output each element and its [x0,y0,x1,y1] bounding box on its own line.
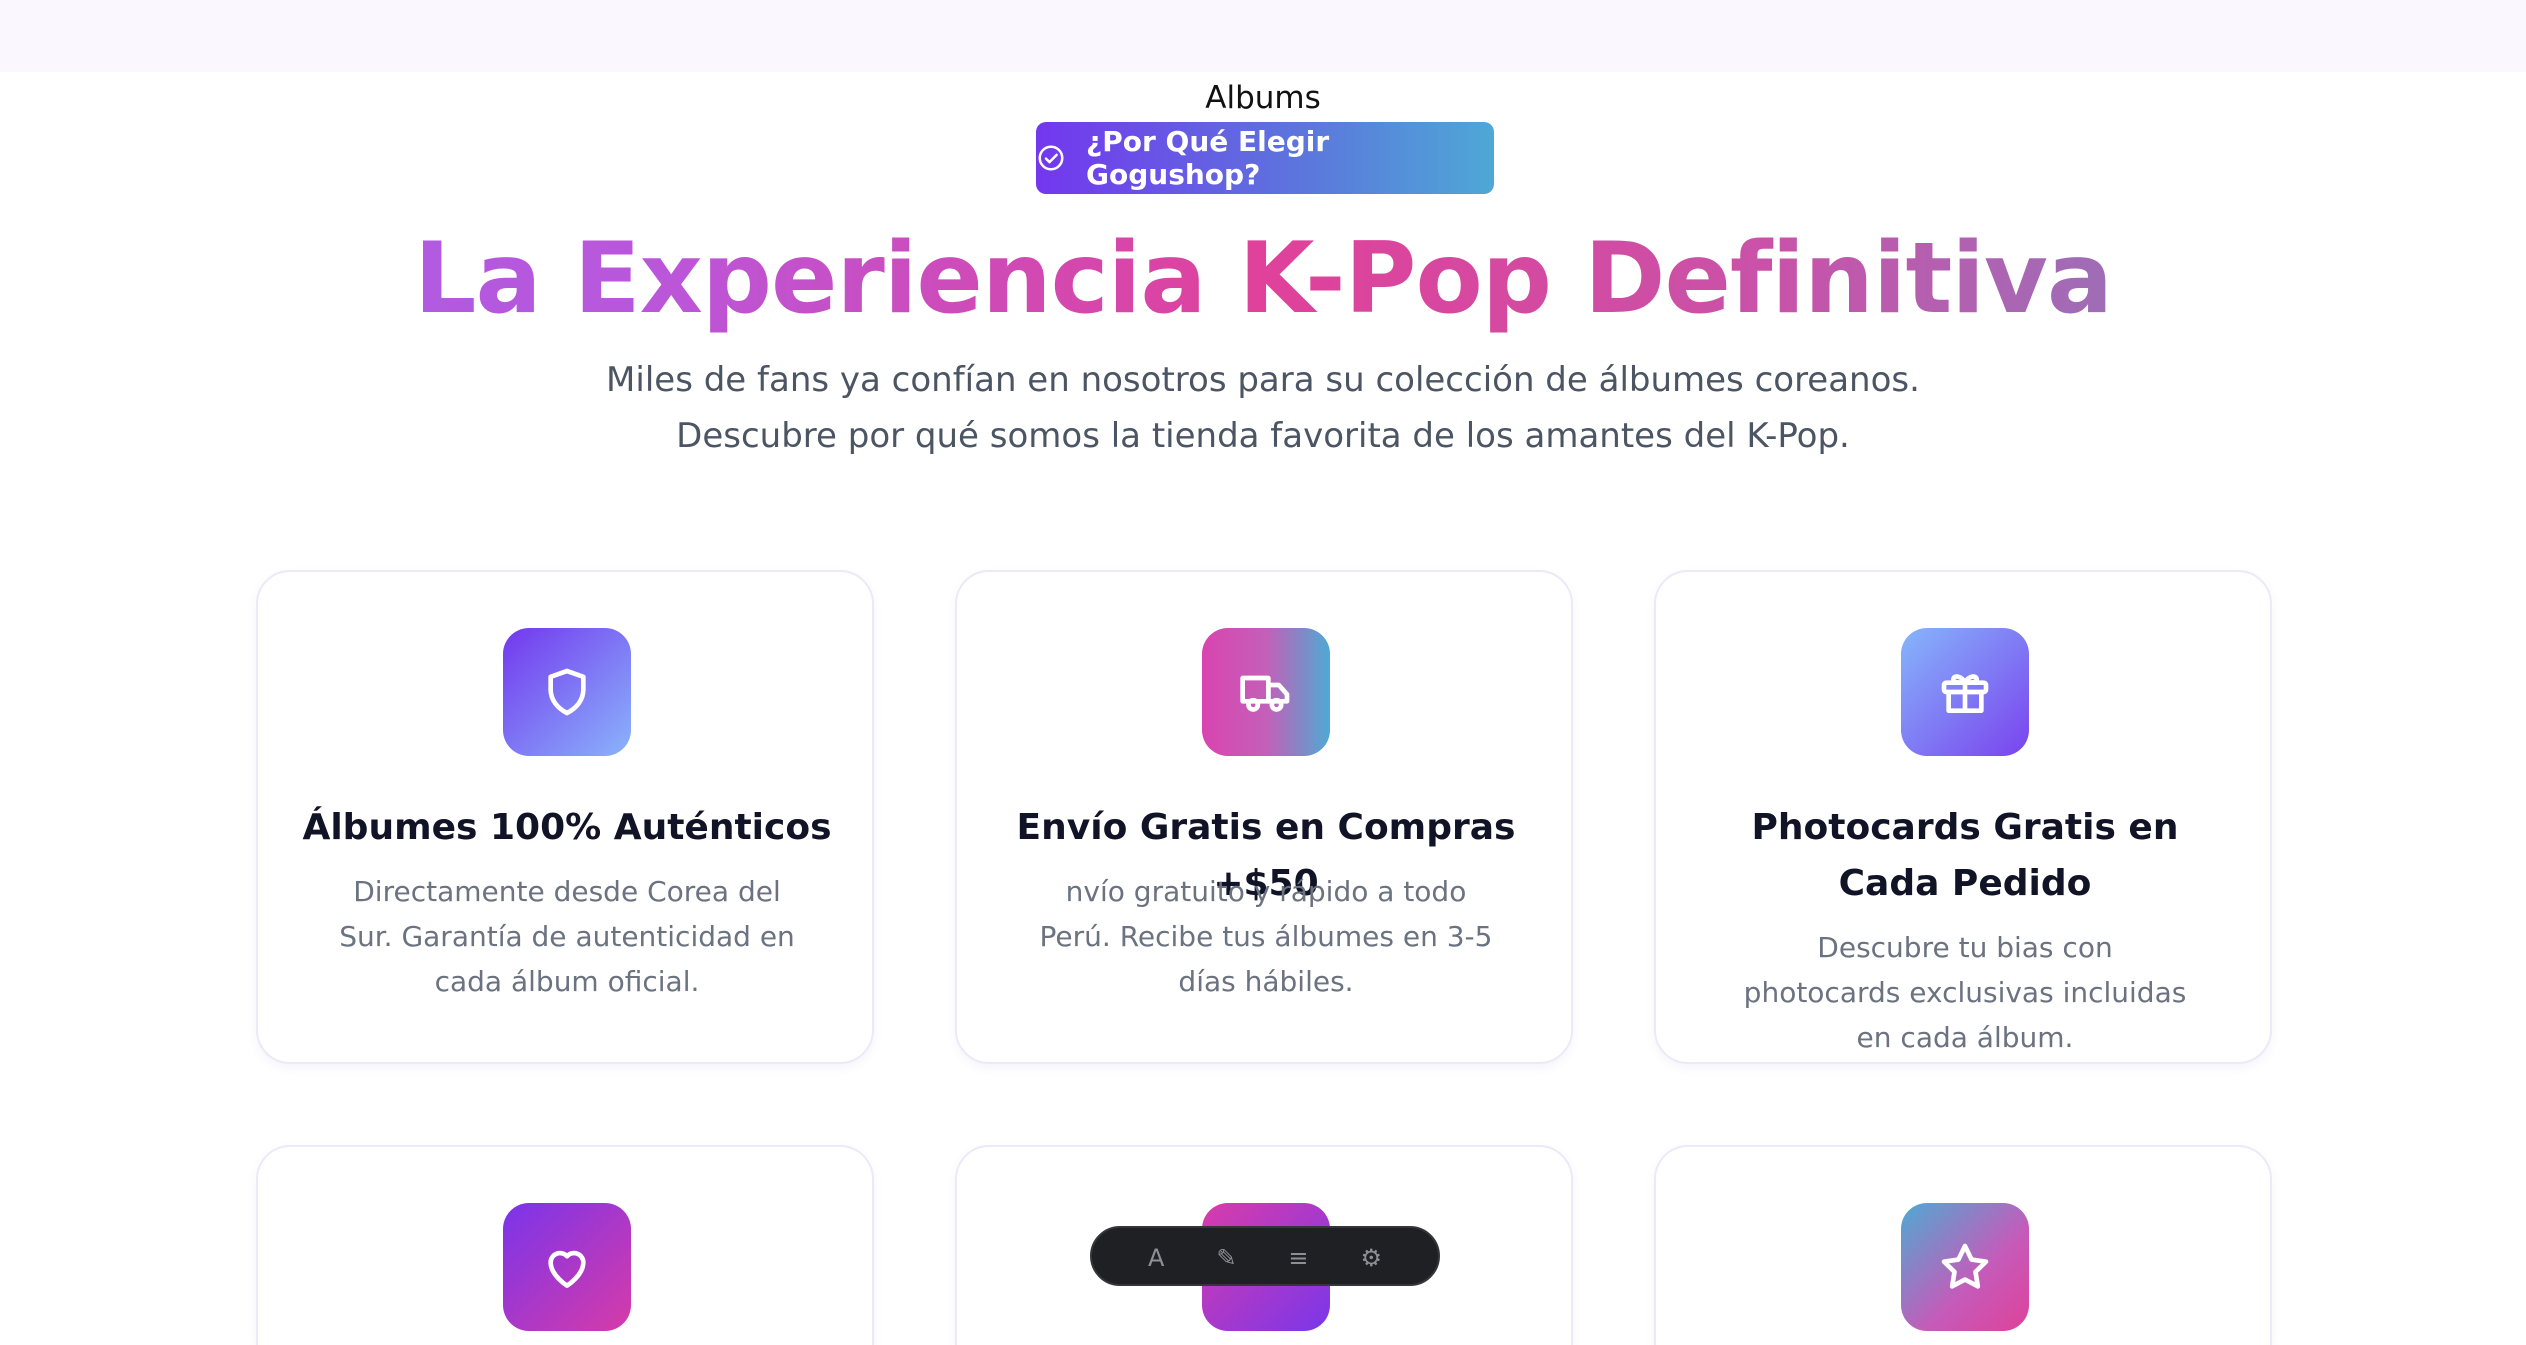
hero-subtitle: Miles de fans ya confían en nosotros par… [0,352,2526,464]
feature-description: Descubre tu bias con photocards exclusiv… [1743,931,2187,1054]
feature-card-4 [256,1145,874,1345]
feature-card-authentic: Álbumes 100% Auténticos Directamente des… [256,570,874,1064]
hero-subtitle-line-2: Descubre por qué somos la tienda favorit… [676,416,1850,456]
heart-icon [503,1203,631,1331]
brush-tool-icon[interactable]: ✎ [1216,1244,1236,1272]
hero-title: La Experiencia K-Pop Definitiva [0,222,2526,336]
settings-tool-icon[interactable]: ⚙ [1360,1244,1382,1272]
why-choose-badge[interactable]: ¿Por Qué Elegir Gogushop? [1036,122,1494,194]
feature-description: nvío gratuito y rápido a todo Perú. Reci… [1039,875,1493,998]
feature-card-shipping: Envío Gratis en Compras +$50 nvío gratui… [955,570,1573,1064]
feature-card-6 [1654,1145,2272,1345]
feature-description: Directamente desde Corea del Sur. Garant… [339,875,795,998]
floating-toolbar[interactable]: A ✎ ≡ ⚙ [1090,1226,1440,1286]
text-tool-icon[interactable]: A [1148,1244,1164,1272]
check-circle-icon [1036,143,1066,173]
feature-title: Photocards Gratis en Cada Pedido [1751,807,2179,904]
gift-icon [1901,628,2029,756]
truck-icon [1202,628,1330,756]
feature-title: Álbumes 100% Auténticos [302,807,832,848]
top-band [0,0,2526,72]
hero-subtitle-line-1: Miles de fans ya confían en nosotros par… [606,360,1920,400]
badge-label: ¿Por Qué Elegir Gogushop? [1086,125,1330,191]
menu-tool-icon[interactable]: ≡ [1288,1244,1308,1272]
breadcrumb[interactable]: Albums [0,80,2526,116]
shield-icon [503,628,631,756]
star-icon [1901,1203,2029,1331]
feature-card-photocards: Photocards Gratis en Cada Pedido Descubr… [1654,570,2272,1064]
